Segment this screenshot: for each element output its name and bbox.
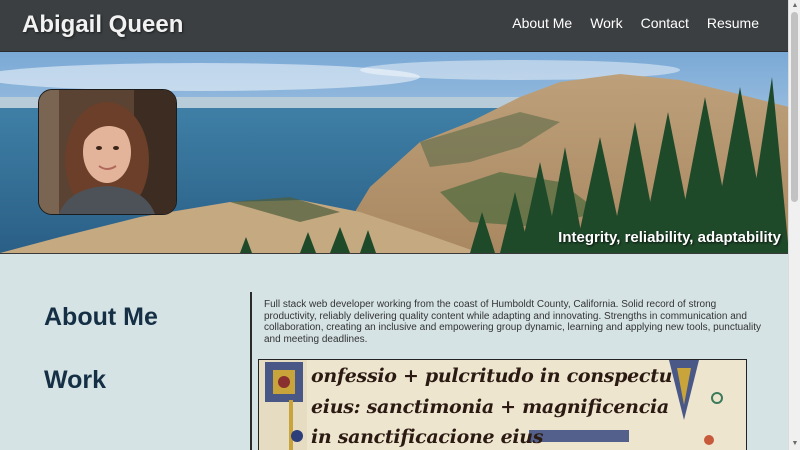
manuscript-line-1: onfessio + pulcritudo in conspectu <box>311 365 673 387</box>
nav-about-me[interactable]: About Me <box>512 15 572 31</box>
nav-contact[interactable]: Contact <box>641 15 689 31</box>
profile-photo <box>38 89 177 215</box>
sidebar-item-about-me[interactable]: About Me <box>44 303 158 332</box>
page: Abigail Queen About Me Work Contact Resu… <box>0 0 800 450</box>
scroll-down-icon[interactable]: ▼ <box>790 439 800 449</box>
work-project-image[interactable]: onfessio + pulcritudo in conspectu eius:… <box>258 359 747 450</box>
hero-banner: Integrity, reliability, adaptability <box>0 52 789 254</box>
manuscript-line-2: eius: sanctimonia + magnificencia <box>311 396 669 418</box>
sidebar-item-work[interactable]: Work <box>44 366 106 395</box>
scroll-thumb[interactable] <box>791 12 798 202</box>
hero-tagline: Integrity, reliability, adaptability <box>558 229 781 246</box>
manuscript-line-3: in sanctificacione eius <box>311 426 544 448</box>
scroll-up-icon[interactable]: ▲ <box>790 1 800 11</box>
nav-resume[interactable]: Resume <box>707 15 759 31</box>
site-title[interactable]: Abigail Queen <box>22 11 183 39</box>
content-divider <box>250 292 252 450</box>
about-me-text: Full stack web developer working from th… <box>264 299 761 345</box>
main-nav: About Me Work Contact Resume <box>512 15 759 31</box>
site-header: Abigail Queen About Me Work Contact Resu… <box>0 0 789 52</box>
nav-work[interactable]: Work <box>590 15 622 31</box>
page-scrollbar[interactable]: ▲ ▼ <box>788 0 800 450</box>
